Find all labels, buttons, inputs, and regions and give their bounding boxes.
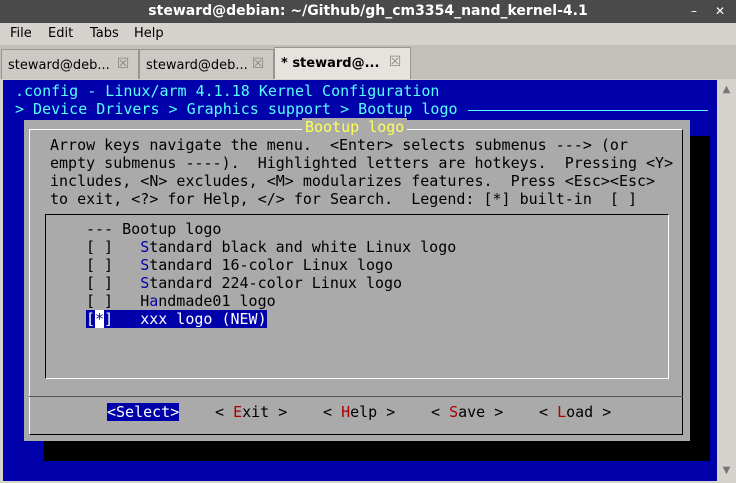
help-line: includes, <N> excludes, <M> modularizes … <box>50 172 656 190</box>
menu-list: --- Bootup logo [ ] Standard black and w… <box>45 214 669 379</box>
menu-file[interactable]: File <box>10 26 32 41</box>
checkbox[interactable]: [ ] <box>86 292 113 310</box>
config-title: .config - Linux/arm 4.1.18 Kernel Config… <box>15 82 440 100</box>
checkbox-right: ] <box>104 310 114 328</box>
item-prefix: H <box>140 292 150 310</box>
exit-button[interactable]: < Exit > <box>215 403 287 421</box>
help-line: Arrow keys navigate the menu. <Enter> se… <box>50 136 628 154</box>
close-tab-icon[interactable]: ☒ <box>251 57 265 71</box>
select-button[interactable]: <Select> <box>107 403 180 421</box>
button-label: elp > <box>350 403 396 421</box>
breadcrumb: > Device Drivers > Graphics support > Bo… <box>15 100 458 118</box>
checkbox[interactable]: [ ] <box>86 238 113 256</box>
help-text: Arrow keys navigate the menu. <Enter> se… <box>50 136 673 208</box>
close-tab-icon[interactable]: ☒ <box>388 55 402 69</box>
menu-edit[interactable]: Edit <box>48 26 73 41</box>
button-label: ave > <box>458 403 504 421</box>
tab-bar: steward@deb... ☒ steward@deb... ☒ * stew… <box>0 45 736 79</box>
hotkey: S <box>140 256 150 274</box>
checkbox-mark: * <box>95 310 105 328</box>
help-line: empty submenus ----). Highlighted letter… <box>50 154 674 172</box>
menu-tabs[interactable]: Tabs <box>90 26 119 41</box>
list-item[interactable]: [ ] Handmade01 logo <box>86 292 276 310</box>
button-hotkey: S <box>449 403 459 421</box>
close-tab-icon[interactable]: ☒ <box>116 57 130 71</box>
item-label: tandard black and white Linux logo <box>149 238 457 256</box>
tab-label: steward@deb... <box>146 58 248 73</box>
item-label: xxx logo (NEW) <box>140 310 267 328</box>
help-button[interactable]: < Help > <box>323 403 395 421</box>
item-label: tandard 224-color Linux logo <box>149 274 403 292</box>
tab-label: * steward@... <box>281 56 380 71</box>
bootup-logo-dialog: Bootup logo Arrow keys navigate the menu… <box>24 118 690 441</box>
list-item[interactable]: [ ] Standard 16-color Linux logo <box>86 256 393 274</box>
tab-3-active[interactable]: * steward@... ☒ <box>274 47 411 79</box>
checkbox[interactable]: [ ] <box>86 256 113 274</box>
button-hotkey: H <box>341 403 351 421</box>
dialog-title: Bootup logo <box>302 118 408 136</box>
item-label: tandard 16-color Linux logo <box>149 256 394 274</box>
tab-label: steward@deb... <box>8 58 110 73</box>
checkbox[interactable]: [ ] <box>86 274 113 292</box>
load-button[interactable]: < Load > <box>539 403 611 421</box>
minimize-icon[interactable]: – <box>686 3 702 19</box>
button-bracket: < <box>431 403 450 421</box>
window-title: steward@debian: ~/Github/gh_cm3354_nand_… <box>148 3 588 19</box>
menu-help[interactable]: Help <box>134 26 164 41</box>
scroll-down-icon[interactable]: ▼ <box>720 465 733 477</box>
list-item[interactable]: [ ] Standard black and white Linux logo <box>86 238 456 256</box>
item-label: ndmade01 logo <box>158 292 276 310</box>
button-bracket: < <box>215 403 234 421</box>
hotkey: S <box>140 274 150 292</box>
menu-header: --- Bootup logo <box>86 220 222 238</box>
button-hotkey: E <box>233 403 243 421</box>
menu-bar: File Edit Tabs Help <box>0 23 736 45</box>
hotkey: S <box>140 238 150 256</box>
tab-2[interactable]: steward@deb... ☒ <box>139 49 274 79</box>
list-item[interactable]: [ ] Standard 224-color Linux logo <box>86 274 402 292</box>
tab-1[interactable]: steward@deb... ☒ <box>1 49 139 79</box>
close-window-icon[interactable]: ✕ <box>712 3 728 19</box>
title-bar: steward@debian: ~/Github/gh_cm3354_nand_… <box>0 0 736 23</box>
button-bracket: < <box>323 403 342 421</box>
list-item-selected[interactable]: [*] xxx logo (NEW) <box>86 310 267 328</box>
button-label: oad > <box>566 403 612 421</box>
help-line: to exit, <?> for Help, </> for Search. L… <box>50 190 637 208</box>
checkbox-left: [ <box>86 310 96 328</box>
checkbox[interactable]: [*] <box>86 310 113 328</box>
terminal-window: steward@debian: ~/Github/gh_cm3354_nand_… <box>0 0 736 483</box>
breadcrumb-rule <box>468 110 708 111</box>
button-bracket: < <box>539 403 558 421</box>
button-label: xit > <box>242 403 288 421</box>
button-separator <box>29 396 683 397</box>
terminal-area[interactable]: .config - Linux/arm 4.1.18 Kernel Config… <box>3 80 717 481</box>
hotkey: a <box>149 292 159 310</box>
scroll-up-icon[interactable]: ▲ <box>720 84 733 96</box>
save-button[interactable]: < Save > <box>431 403 503 421</box>
button-hotkey: L <box>557 403 567 421</box>
scrollbar[interactable]: ▲ ▼ <box>717 80 736 481</box>
